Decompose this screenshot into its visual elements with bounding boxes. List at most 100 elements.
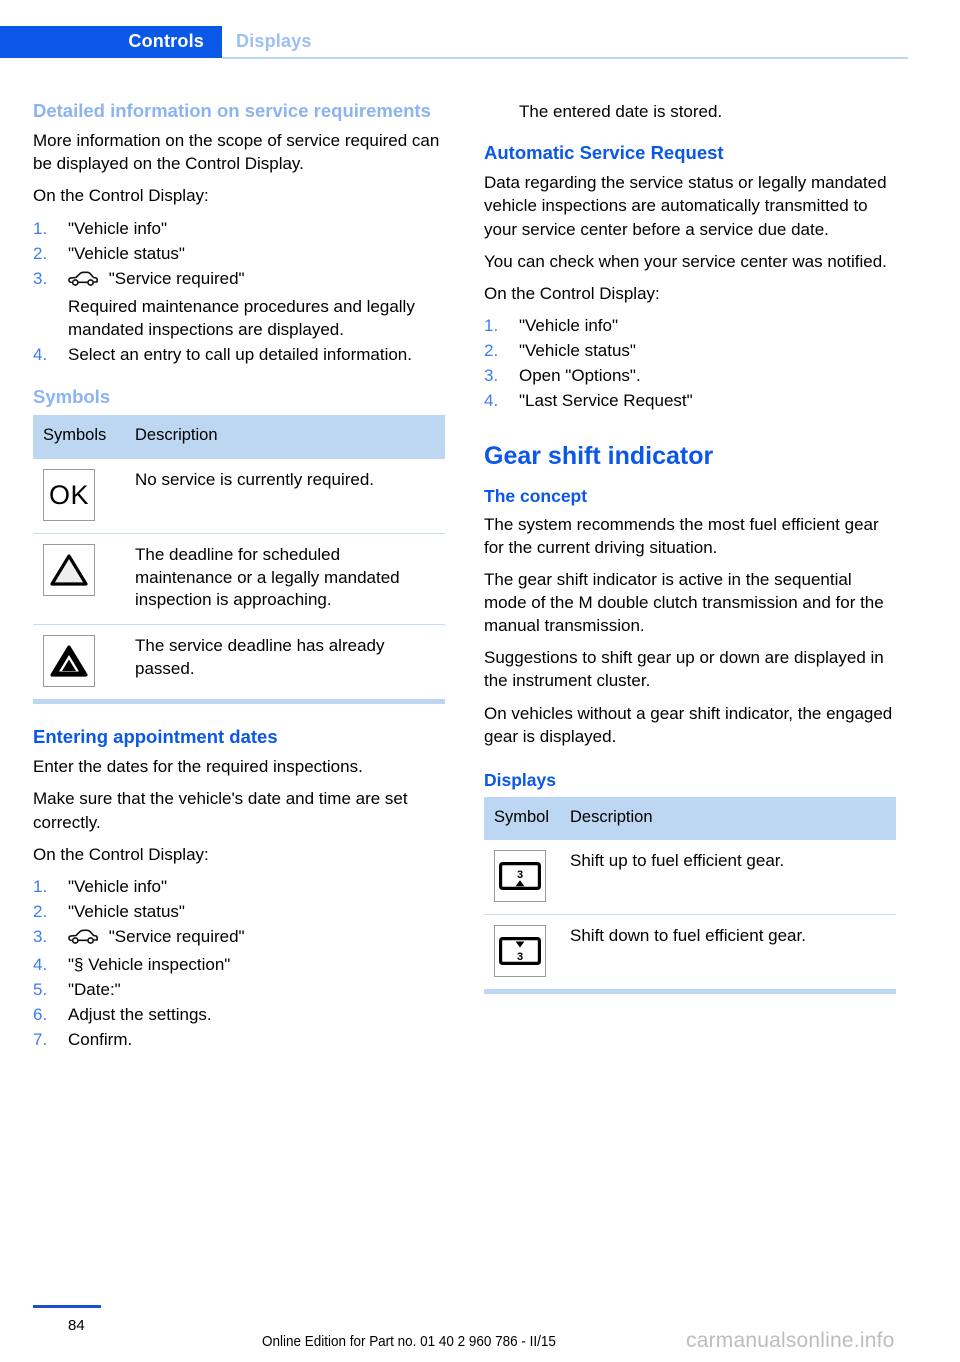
list-item: 4. "Last Service Request" [484,389,896,412]
label-on-control-display-3: On the Control Display: [484,283,660,303]
warning-triangle-filled-symbol [43,635,95,688]
step-number: 6. [33,1005,48,1025]
description-cell: Shift up to fuel efficient gear. [570,851,785,871]
steps-entering-dates: 1. "Vehicle info" 2. "Vehicle status" 3.… [33,875,445,1052]
step-number: 2. [484,340,499,360]
step-number: 1. [33,876,48,896]
left-column: Detailed information on service requirem… [33,100,445,1060]
step-text: Adjust the settings. [68,1005,212,1025]
step-number: 3. [33,926,48,946]
step-number: 2. [33,243,48,263]
column-header-description: Description [125,415,445,459]
label-on-control-display-1: On the Control Display: [33,186,209,206]
column-header-symbols: Symbols [33,415,125,459]
steps-automatic-service-request: 1. "Vehicle info" 2. "Vehicle status" 3.… [484,314,896,412]
step-text: Open "Options". [519,366,641,386]
footer-edition-text: Online Edition for Part no. 01 40 2 960 … [262,1334,556,1350]
car-icon [68,928,98,951]
paragraph-date-stored: The entered date is stored. [519,102,723,121]
car-icon [68,270,98,293]
page-header: Controls Displays [0,0,960,62]
step-number: 1. [484,315,499,335]
step-text: "Vehicle status" [519,340,636,360]
list-item: 4. Select an entry to call up detailed i… [33,343,445,366]
step-text: "§ Vehicle inspection" [68,955,231,975]
description-cell: Shift down to fuel efficient gear. [560,914,896,990]
step-number: 5. [33,980,48,1000]
step-number: 7. [33,1030,48,1050]
column-header-symbol: Symbol [484,796,560,841]
steps-detailed-information: 1. "Vehicle info" 2. "Vehicle status" 3.… [33,217,445,367]
heading-displays: Displays [484,769,556,790]
tab-controls[interactable]: Controls [0,26,222,58]
list-item: 3. "Service required" [33,925,445,951]
step-text: Select an entry to call up detailed info… [68,345,412,365]
table-row: 3 Shift down to fuel efficient gear. [484,914,896,990]
page-number: 84 [68,1317,85,1334]
description-cell: The service deadline has already passed. [125,624,445,700]
step-text: "Service required" [108,268,245,288]
step-text: "Service required" [108,926,245,946]
step-text: "Last Service Request" [519,391,693,411]
list-item: 2. "Vehicle status" [484,339,896,362]
description-cell: The deadline for scheduled maintenance o… [125,532,445,625]
label-on-control-display-2: On the Control Display: [33,844,209,864]
displays-table-end-bar [484,989,896,995]
list-item: 4. "§ Vehicle inspection" [33,953,445,976]
svg-text:3: 3 [517,951,523,963]
heading-entering-appointment-dates: Entering appointment dates [33,726,278,748]
paragraph-system-recommends: The system recommends the most fuel effi… [484,514,879,557]
table-header-row: Symbol Description [484,796,896,841]
heading-gear-shift-indicator: Gear shift indicator [484,442,714,471]
paragraph-more-information: More information on the scope of service… [33,131,440,174]
step-number: 4. [33,345,48,365]
list-item: 3. "Service required" Required maintenan… [33,267,445,341]
step-number: 3. [33,268,48,288]
column-header-description: Description [560,796,896,841]
shift-down-symbol: 3 [494,925,546,978]
table-row: The deadline for scheduled maintenance o… [33,532,445,625]
list-item: 1. "Vehicle info" [484,314,896,337]
heading-automatic-service-request: Automatic Service Request [484,142,724,164]
symbol-cell: 3 [484,840,560,915]
displays-table: Symbol Description 3 Shift up to fuel ef… [484,796,896,990]
list-item: 6. Adjust the settings. [33,1003,445,1026]
step-text: "Vehicle status" [68,901,185,921]
step-text: "Vehicle info" [519,315,619,335]
description-cell: No service is currently required. [135,469,375,489]
table-row: The service deadline has already passed. [33,624,445,700]
paragraph-without-gsi: On vehicles without a gear shift indicat… [484,703,893,746]
heading-symbols: Symbols [33,386,111,408]
step-text: Confirm. [68,1030,133,1050]
list-item: 3. Open "Options". [484,364,896,387]
footer-divider [33,1305,101,1308]
paragraph-data-regarding: Data regarding the service status or leg… [484,173,887,239]
list-item: 7. Confirm. [33,1028,445,1051]
paragraph-make-sure: Make sure that the vehicle's date and ti… [33,789,408,832]
symbol-cell [33,624,125,700]
step-number: 4. [33,955,48,975]
paragraph-gsi-active: The gear shift indicator is active in th… [484,570,884,636]
ok-symbol: OK [43,468,95,521]
warning-triangle-outline-symbol [43,543,95,596]
list-item: 1. "Vehicle info" [33,875,445,898]
step-note: Required maintenance procedures and lega… [68,296,415,339]
paragraph-enter-dates: Enter the dates for the required inspect… [33,757,363,777]
paragraph-you-can-check: You can check when your service center w… [484,251,887,271]
symbol-cell: 3 [484,914,560,990]
step-number: 3. [484,366,499,386]
list-item: 2. "Vehicle status" [33,900,445,923]
list-item: 1. "Vehicle info" [33,217,445,240]
right-column: The entered date is stored. Automatic Se… [484,100,896,995]
symbol-cell [33,532,125,625]
tab-displays-label[interactable]: Displays [236,31,312,52]
step-text: "Vehicle status" [68,243,185,263]
step-text: "Vehicle info" [68,876,168,896]
step-number: 1. [33,218,48,238]
step-text: "Vehicle info" [68,218,168,238]
paragraph-suggestions: Suggestions to shift gear up or down are… [484,648,884,691]
step-number: 4. [484,391,499,411]
list-item: 2. "Vehicle status" [33,242,445,265]
list-item: 5. "Date:" [33,978,445,1001]
heading-the-concept: The concept [484,485,588,506]
